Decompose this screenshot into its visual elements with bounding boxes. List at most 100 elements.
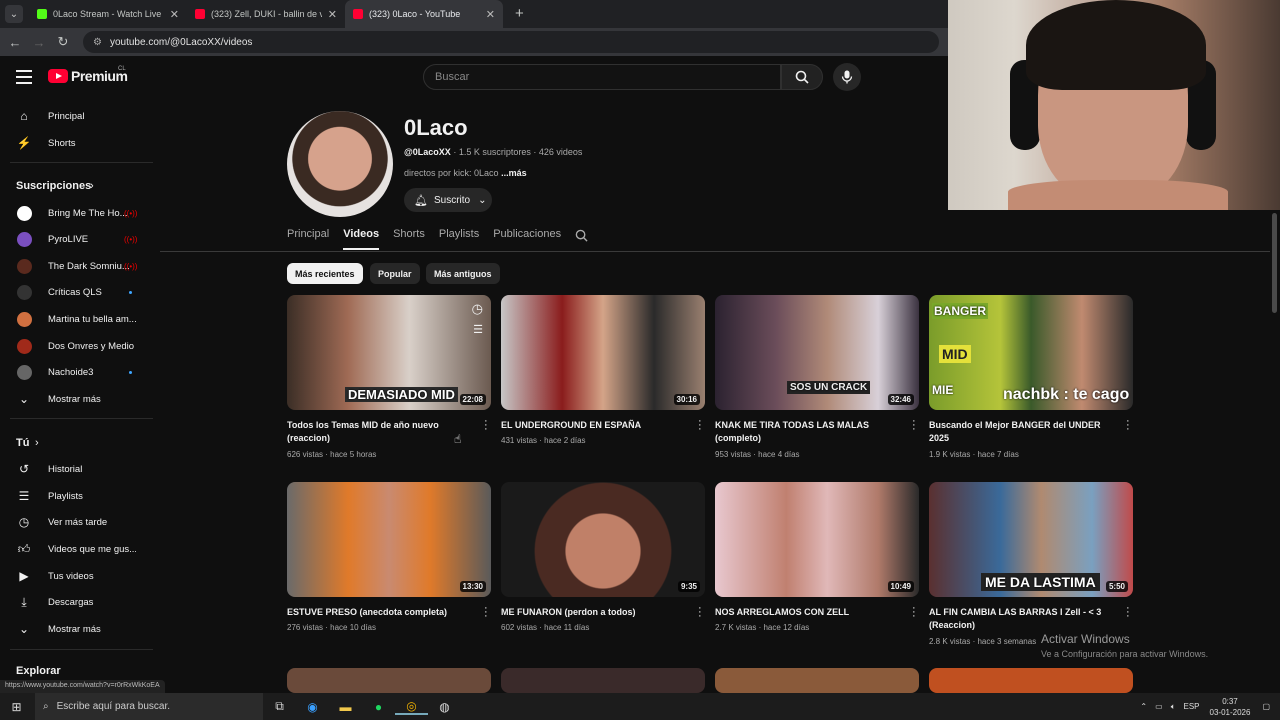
sidebar-item-your-videos[interactable]: ▶ Tus videos	[0, 563, 155, 589]
video-title[interactable]: EL UNDERGROUND EN ESPAÑA	[501, 419, 685, 432]
tab-playlists[interactable]: Playlists	[439, 228, 479, 250]
youtube-premium-logo[interactable]: Premium CL	[48, 66, 128, 84]
more-options-icon[interactable]: · · ·	[484, 416, 488, 435]
subscriptions-heading[interactable]: Suscripciones ›	[0, 173, 155, 199]
subscribed-button[interactable]: 🔔︎ Suscrito ⌄	[404, 188, 492, 212]
video-thumbnail[interactable]: 9:35	[501, 482, 705, 597]
subscription-item[interactable]: Críticas QLS	[0, 280, 155, 306]
file-explorer-icon[interactable]: ▬	[329, 700, 362, 714]
video-thumbnail[interactable]: SOS UN CRACK 32:46	[715, 295, 919, 410]
sidebar-item-playlists[interactable]: ☰ Playlists	[0, 483, 155, 509]
video-title[interactable]: ME FUNARON (perdon a todos)	[501, 606, 685, 619]
show-more-subscriptions[interactable]: ⌄ Mostrar más	[0, 386, 155, 412]
chip-recent[interactable]: Más recientes	[287, 263, 363, 284]
close-icon[interactable]: ✕	[486, 8, 495, 21]
video-thumbnail[interactable]	[501, 668, 705, 693]
subscription-item[interactable]: Nachoide3	[0, 360, 155, 386]
add-to-queue-icon[interactable]: ☰	[473, 323, 483, 336]
close-icon[interactable]: ✕	[170, 8, 179, 21]
video-title[interactable]: Buscando el Mejor BANGER del UNDER 2025	[929, 419, 1113, 445]
close-icon[interactable]: ✕	[328, 8, 337, 21]
tab-principal[interactable]: Principal	[287, 228, 329, 250]
network-icon[interactable]: ▭	[1155, 702, 1163, 711]
video-card[interactable]: 30:16 EL UNDERGROUND EN ESPAÑA 431 vista…	[501, 295, 705, 445]
you-heading[interactable]: Tú ›	[0, 430, 155, 456]
video-card[interactable]: nachbk : te cago BANGER MID MIE Buscando …	[929, 295, 1133, 459]
video-thumbnail[interactable]: 10:49	[715, 482, 919, 597]
tab-videos[interactable]: Videos	[343, 228, 380, 250]
site-info-icon[interactable]: ⚙	[93, 37, 102, 48]
sidebar-item-shorts[interactable]: ⚡ Shorts	[0, 130, 155, 156]
channel-search-icon[interactable]	[575, 229, 588, 250]
subscription-item[interactable]: Bring Me The Ho... ((•))	[0, 200, 155, 226]
video-thumbnail[interactable]: 30:16	[501, 295, 705, 410]
video-card[interactable]: DEMASIADO MID ◷ ☰ 22:08 Todos los Temas M…	[287, 295, 491, 459]
video-thumbnail[interactable]	[287, 668, 491, 693]
sidebar-item-downloads[interactable]: ⤓ Descargas	[0, 589, 155, 615]
video-title[interactable]: KNAK ME TIRA TODAS LAS MALAS (completo)	[715, 419, 899, 445]
chip-popular[interactable]: Popular	[370, 263, 420, 284]
video-card[interactable]: ME DA LASTIMA 5:50 AL FIN CAMBIA LAS BAR…	[929, 482, 1133, 646]
reload-icon[interactable]: ↻	[51, 34, 75, 50]
new-tab-icon[interactable]: +	[515, 5, 524, 22]
url-field[interactable]: ⚙ youtube.com/@0LacoXX/videos	[83, 31, 939, 53]
video-title[interactable]: NOS ARREGLAMOS CON ZELL	[715, 606, 899, 619]
sidebar-item-watch-later[interactable]: ◷ Ver más tarde	[0, 509, 155, 535]
tray-chevron-icon[interactable]: ⌃	[1140, 702, 1147, 711]
browser-tab[interactable]: (323) Zell, DUKI - ballin de verdad ✕	[187, 0, 345, 28]
chrome-icon[interactable]: ◎	[395, 699, 428, 715]
scrollbar[interactable]	[1272, 213, 1277, 313]
description-more-link[interactable]: ...más	[501, 168, 527, 178]
back-icon[interactable]: ←	[3, 35, 27, 50]
more-options-icon[interactable]: · · ·	[1126, 603, 1130, 622]
video-title[interactable]: ESTUVE PRESO (anecdota completa)	[287, 606, 471, 619]
more-options-icon[interactable]: · · ·	[698, 603, 702, 622]
subscription-item[interactable]: PyroLIVE ((•))	[0, 227, 155, 253]
sidebar-item-liked-videos[interactable]: 👍︎ Videos que me gus...	[0, 536, 155, 562]
tab-search-button[interactable]: ⌄	[5, 5, 23, 23]
sidebar-item-historial[interactable]: ↺ Historial	[0, 456, 155, 482]
subscription-item[interactable]: Dos Onvres y Medio	[0, 333, 155, 359]
channel-description[interactable]: directos por kick: 0Laco ...más	[404, 168, 527, 178]
video-title[interactable]: AL FIN CAMBIA LAS BARRAS l Zell - < 3 (R…	[929, 606, 1113, 632]
taskbar-search-field[interactable]: ⌕ Escribe aquí para buscar.	[35, 693, 263, 720]
video-card[interactable]: 10:49 NOS ARREGLAMOS CON ZELL 2.7 K vist…	[715, 482, 919, 632]
video-thumbnail[interactable]	[715, 668, 919, 693]
video-title[interactable]: Todos los Temas MID de año nuevo (reacci…	[287, 419, 471, 445]
spotify-icon[interactable]: ●	[362, 700, 395, 714]
show-more-you[interactable]: ⌄ Mostrar más	[0, 616, 155, 642]
video-thumbnail[interactable]: ME DA LASTIMA 5:50	[929, 482, 1133, 597]
video-thumbnail[interactable]: 13:30	[287, 482, 491, 597]
subscription-item[interactable]: The Dark Somniu... ((•))	[0, 253, 155, 279]
video-card[interactable]: SOS UN CRACK 32:46 KNAK ME TIRA TODAS LA…	[715, 295, 919, 459]
search-input[interactable]: Buscar	[423, 64, 781, 90]
notification-icon[interactable]: ▢	[1262, 702, 1270, 711]
video-thumbnail[interactable]: DEMASIADO MID ◷ ☰ 22:08	[287, 295, 491, 410]
browser-tab-active[interactable]: (323) 0Laco - YouTube ✕	[345, 0, 503, 28]
clock[interactable]: 0:37 03-01-2026	[1210, 696, 1251, 718]
sidebar-item-principal[interactable]: ⌂ Principal	[0, 103, 155, 129]
forward-icon[interactable]: →	[27, 35, 51, 50]
edge-icon[interactable]: ◉	[296, 700, 329, 714]
video-card[interactable]: 9:35 ME FUNARON (perdon a todos) 602 vis…	[501, 482, 705, 632]
volume-icon[interactable]: 🔈︎	[1171, 702, 1176, 712]
channel-avatar[interactable]	[287, 111, 393, 217]
more-options-icon[interactable]: · · ·	[912, 603, 916, 622]
browser-tab[interactable]: 0Laco Stream - Watch Live on Kick ✕	[29, 0, 187, 28]
tab-publicaciones[interactable]: Publicaciones	[493, 228, 561, 250]
more-options-icon[interactable]: · · ·	[484, 603, 488, 622]
tab-shorts[interactable]: Shorts	[393, 228, 425, 250]
hamburger-menu-icon[interactable]	[16, 70, 32, 84]
task-view-icon[interactable]: ⧉	[263, 699, 296, 714]
chip-oldest[interactable]: Más antiguos	[426, 263, 500, 284]
video-card[interactable]: 13:30 ESTUVE PRESO (anecdota completa) 2…	[287, 482, 491, 632]
more-options-icon[interactable]: · · ·	[698, 416, 702, 435]
search-button[interactable]	[781, 64, 823, 90]
video-thumbnail[interactable]	[929, 668, 1133, 693]
more-options-icon[interactable]: · · ·	[912, 416, 916, 435]
more-options-icon[interactable]: · · ·	[1126, 416, 1130, 435]
watch-later-icon[interactable]: ◷	[472, 301, 483, 317]
voice-search-button[interactable]	[833, 63, 861, 91]
video-thumbnail[interactable]: nachbk : te cago BANGER MID MIE	[929, 295, 1133, 410]
subscription-item[interactable]: Martina tu bella am...	[0, 306, 155, 332]
